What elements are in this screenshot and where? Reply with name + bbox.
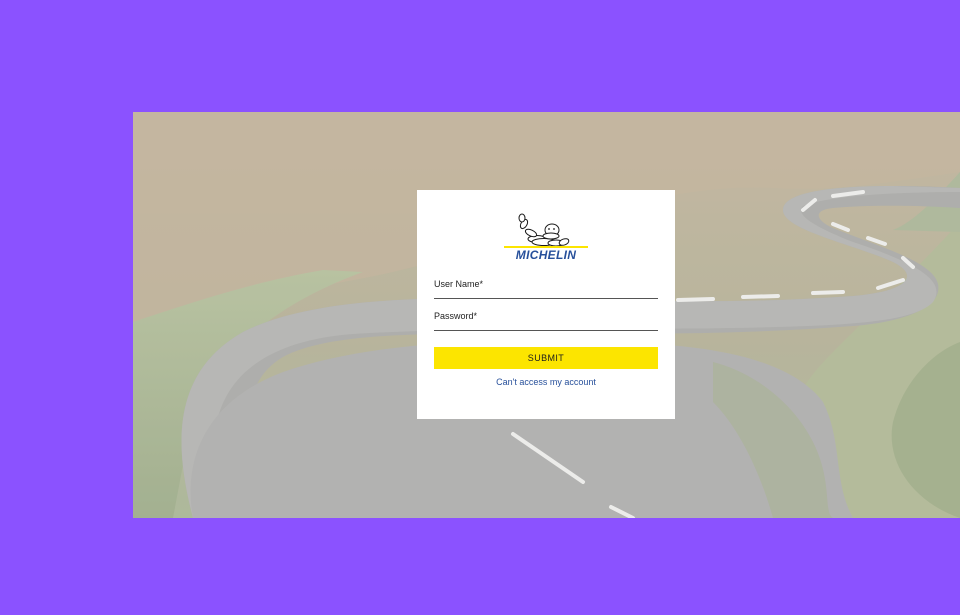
brand-wordmark: MICHELIN (515, 248, 577, 262)
password-field[interactable]: Password* (434, 310, 658, 331)
cant-access-account-link[interactable]: Can't access my account (417, 376, 675, 388)
password-input[interactable] (434, 310, 658, 329)
submit-button[interactable]: SUBMIT (434, 347, 658, 369)
michelin-bibendum-icon (504, 213, 588, 248)
username-field[interactable]: User Name* (434, 278, 658, 299)
brand-logo: MICHELIN (504, 212, 588, 262)
login-card: MICHELIN User Name* Password* SUBMIT Can… (417, 190, 675, 419)
username-input[interactable] (434, 278, 658, 297)
